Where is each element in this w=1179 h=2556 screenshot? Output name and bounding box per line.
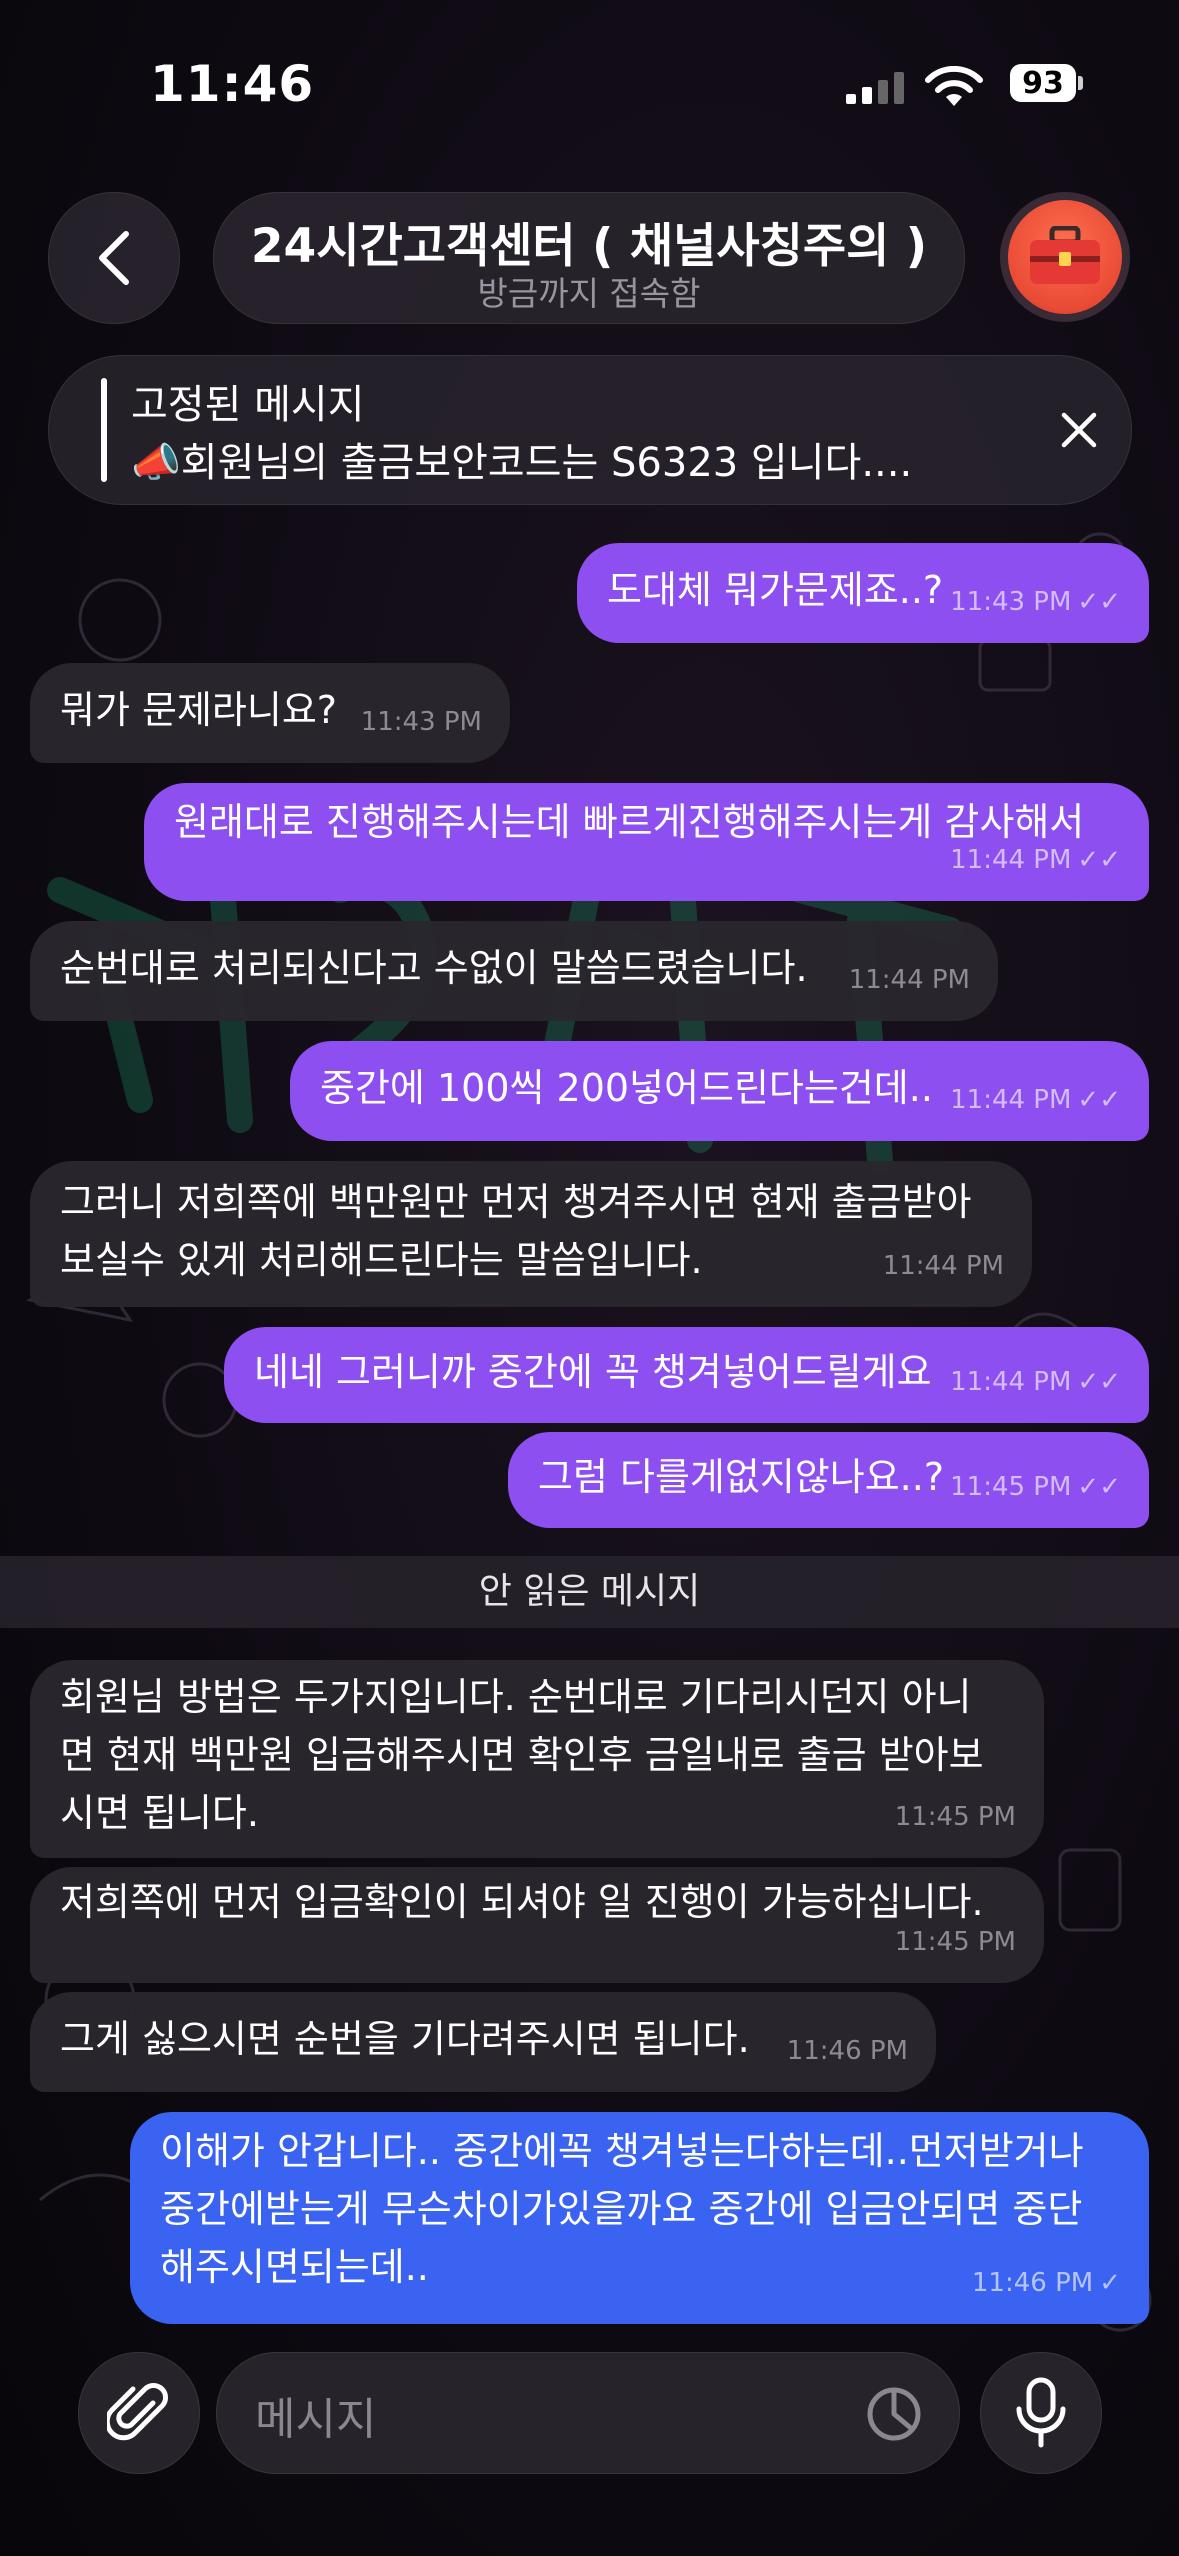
message-time: 11:45 PM <box>894 1927 1016 1957</box>
message-time: 11:43 PM <box>360 707 482 737</box>
message-time: 11:44 PM <box>950 1085 1072 1115</box>
message-bubble-outgoing[interactable]: 중간에 100씩 200넣어드린다는건데.. 11:44 PM ✓✓ <box>290 1041 1149 1141</box>
message-text: 네네 그러니까 중간에 꼭 챙겨넣어드릴게요 <box>254 1350 932 1394</box>
message-time: 11:45 PM <box>950 1472 1072 1502</box>
message-bubble-incoming[interactable]: 그러니 저희쪽에 백만원만 먼저 챙겨주시면 현재 출금받아 보실수 있게 처리… <box>30 1161 1032 1307</box>
unread-messages-divider: 안 읽은 메시지 <box>0 1556 1179 1628</box>
message-text: 저희쪽에 먼저 입금확인이 되셔야 일 진행이 가능하십니다. <box>60 1880 984 1924</box>
clock: 11:46 <box>150 55 315 113</box>
message-text: 순번대로 처리되신다고 수없이 말씀드렸습니다. <box>60 946 808 990</box>
message-bubble-incoming[interactable]: 회원님 방법은 두가지입니다. 순번대로 기다리시던지 아니 면 현재 백만원 … <box>30 1660 1044 1858</box>
last-seen-status: 방금까지 접속함 <box>477 274 701 313</box>
message-text: 중간에 100씩 200넣어드린다는건데.. <box>320 1066 933 1110</box>
message-text: 그러니 저희쪽에 백만원만 먼저 챙겨주시면 현재 출금받아 보실수 있게 처리… <box>60 1180 972 1282</box>
message-meta: 11:44 PM <box>883 1237 1004 1295</box>
message-bubble-outgoing[interactable]: 네네 그러니까 중간에 꼭 챙겨넣어드릴게요 11:44 PM ✓✓ <box>224 1327 1149 1423</box>
double-check-icon: ✓✓ <box>1077 587 1121 617</box>
message-bubble-incoming[interactable]: 뭐가 문제라니요? 11:43 PM <box>30 663 510 763</box>
wifi-icon <box>925 66 983 106</box>
message-text: 원래대로 진행해주시는데 빠르게진행해주시는게 감사해서 <box>174 800 1085 844</box>
message-text: 그럼 다를게없지않나요..? <box>538 1455 945 1499</box>
pinned-title: 고정된 메시지 <box>131 382 365 428</box>
chevron-left-icon <box>99 231 129 285</box>
message-text: 회원님 방법은 두가지입니다. 순번대로 기다리시던지 아니 면 현재 백만원 … <box>60 1675 984 1835</box>
message-meta: 11:43 PM ✓✓ <box>950 573 1121 631</box>
message-time: 11:43 PM <box>950 587 1072 617</box>
check-icon: ✓ <box>1099 2268 1121 2298</box>
close-pinned-button[interactable] <box>1049 400 1109 460</box>
message-time: 11:46 PM <box>971 2268 1094 2298</box>
message-text: 그게 싫으시면 순번을 기다려주시면 됩니다. <box>60 2017 750 2061</box>
message-time: 11:44 PM <box>848 965 970 995</box>
message-time: 11:44 PM <box>882 1251 1004 1281</box>
message-bubble-outgoing[interactable]: 원래대로 진행해주시는데 빠르게진행해주시는게 감사해서 11:44 PM ✓✓ <box>144 783 1149 901</box>
paperclip-icon <box>107 2383 168 2441</box>
home-indicator-area <box>0 2520 1179 2556</box>
message-input[interactable]: 메시지 <box>216 2352 960 2474</box>
message-input-placeholder: 메시지 <box>255 2394 377 2445</box>
battery-level: 93 <box>1010 64 1076 102</box>
message-time: 11:44 PM <box>950 845 1072 875</box>
attach-button[interactable] <box>78 2352 200 2474</box>
toolbox-icon <box>1008 200 1122 314</box>
pinned-indicator <box>101 378 107 482</box>
message-bubble-outgoing-latest[interactable]: 이해가 안갑니다.. 중간에꼭 챙겨넣는다하는데..먼저받거나 중간에받는게 무… <box>130 2112 1149 2324</box>
message-time: 11:45 PM <box>894 1802 1016 1832</box>
message-meta: 11:45 PM <box>895 1913 1016 1971</box>
message-meta: 11:46 PM <box>787 2022 908 2080</box>
back-button[interactable] <box>48 192 180 324</box>
double-check-icon: ✓✓ <box>1077 1472 1121 1502</box>
message-time: 11:44 PM <box>950 1367 1072 1397</box>
chat-title-pill[interactable]: 24시간고객센터 ( 채널사칭주의 ) 방금까지 접속함 <box>213 192 965 324</box>
message-bubble-outgoing[interactable]: 도대체 뭐가문제죠..? 11:43 PM ✓✓ <box>577 543 1149 643</box>
cellular-signal-icon <box>846 72 904 104</box>
message-meta: 11:44 PM <box>849 951 970 1009</box>
double-check-icon: ✓✓ <box>1077 1367 1121 1397</box>
message-time: 11:46 PM <box>786 2036 908 2066</box>
pinned-text: 📣회원님의 출금보안코드는 S6323 입니다.... <box>131 440 913 486</box>
close-icon <box>1061 412 1097 448</box>
message-text: 도대체 뭐가문제죠..? <box>607 568 944 612</box>
double-check-icon: ✓✓ <box>1077 1085 1121 1115</box>
message-meta: 11:45 PM ✓✓ <box>950 1458 1121 1516</box>
microphone-icon <box>1016 2377 1066 2448</box>
status-bar: 11:46 93 <box>0 0 1179 170</box>
message-bubble-incoming[interactable]: 저희쪽에 먼저 입금확인이 되셔야 일 진행이 가능하십니다. 11:45 PM <box>30 1867 1044 1983</box>
pinned-message-bar[interactable]: 고정된 메시지 📣회원님의 출금보안코드는 S6323 입니다.... <box>48 355 1132 505</box>
avatar[interactable] <box>1000 192 1130 322</box>
voice-message-button[interactable] <box>980 2352 1102 2474</box>
message-bubble-outgoing[interactable]: 그럼 다를게없지않나요..? 11:45 PM ✓✓ <box>508 1432 1149 1528</box>
battery-tip <box>1078 76 1083 90</box>
message-meta: 11:43 PM <box>361 693 482 751</box>
double-check-icon: ✓✓ <box>1077 845 1121 875</box>
message-bubble-incoming[interactable]: 순번대로 처리되신다고 수없이 말씀드렸습니다. 11:44 PM <box>30 921 998 1021</box>
message-meta: 11:45 PM <box>895 1788 1016 1846</box>
message-bubble-incoming[interactable]: 그게 싫으시면 순번을 기다려주시면 됩니다. 11:46 PM <box>30 1992 936 2092</box>
message-meta: 11:44 PM ✓✓ <box>950 1071 1121 1129</box>
message-meta: 11:46 PM ✓ <box>972 2254 1121 2312</box>
message-meta: 11:44 PM ✓✓ <box>950 1353 1121 1411</box>
sticker-icon[interactable] <box>865 2385 923 2443</box>
message-meta: 11:44 PM ✓✓ <box>950 831 1121 889</box>
message-text: 이해가 안갑니다.. 중간에꼭 챙겨넣는다하는데..먼저받거나 중간에받는게 무… <box>160 2129 1084 2289</box>
chat-title: 24시간고객센터 ( 채널사칭주의 ) <box>250 219 928 274</box>
message-text: 뭐가 문제라니요? <box>60 688 337 732</box>
